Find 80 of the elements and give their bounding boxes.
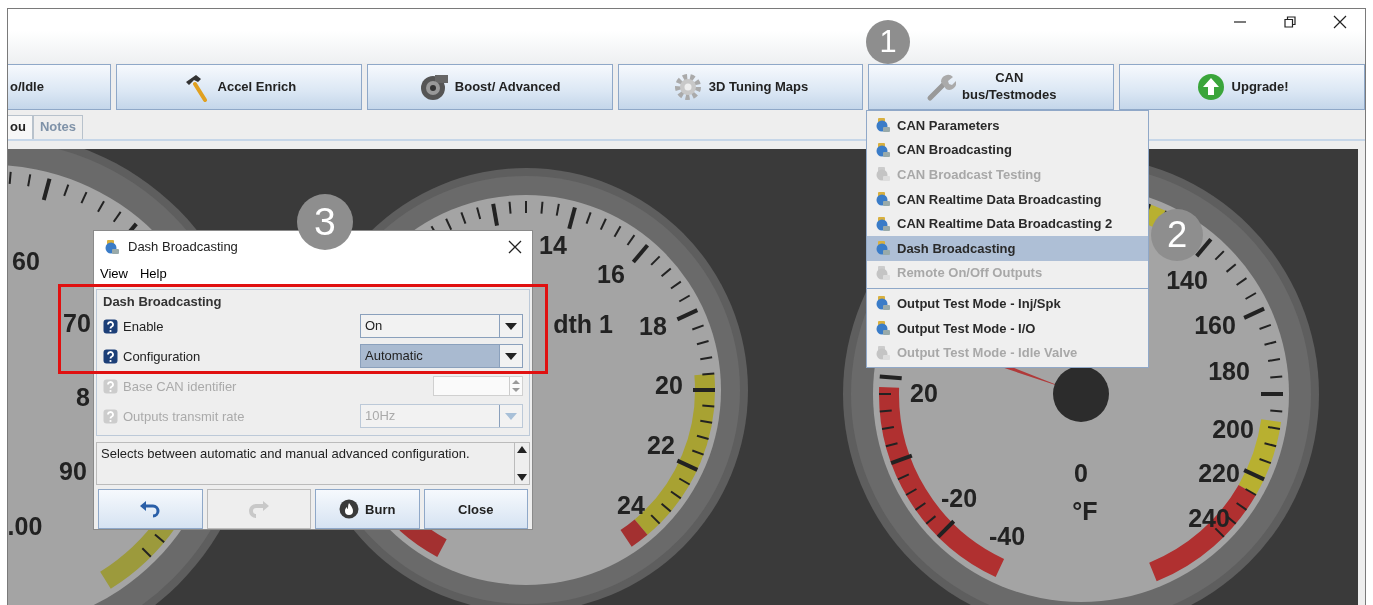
module-icon bbox=[875, 191, 891, 208]
scroll-up-icon bbox=[517, 446, 527, 454]
group-title: Dash Broadcasting bbox=[103, 294, 223, 310]
gauge-scale-label: 90 bbox=[59, 457, 87, 485]
gauge-scale-label: 18 bbox=[639, 312, 667, 340]
module-icon bbox=[875, 320, 891, 337]
gauge-scale-label: .00 bbox=[8, 512, 43, 540]
help-icon[interactable] bbox=[103, 348, 118, 364]
menu-item[interactable]: CAN Realtime Data Broadcasting 2 bbox=[867, 211, 1148, 236]
module-icon bbox=[875, 215, 891, 232]
module-icon bbox=[875, 166, 891, 183]
turbo-icon bbox=[418, 72, 449, 102]
spinner-arrows-icon bbox=[512, 379, 520, 394]
field-label: Enable bbox=[123, 318, 164, 334]
gear-icon bbox=[672, 72, 703, 102]
module-icon bbox=[875, 295, 891, 312]
menu-item[interactable]: Dash Broadcasting bbox=[867, 235, 1148, 261]
flame-icon bbox=[339, 499, 360, 519]
arrow-up-icon bbox=[1195, 72, 1226, 102]
menu-item[interactable]: CAN Parameters bbox=[867, 113, 1148, 138]
caret-icon bbox=[505, 322, 517, 330]
undo-icon bbox=[139, 498, 162, 520]
tab[interactable]: ou bbox=[8, 115, 33, 139]
restore-icon[interactable] bbox=[1283, 15, 1297, 29]
module-icon bbox=[875, 344, 891, 361]
gauge-scale-label: 8 bbox=[76, 383, 90, 411]
menu-item[interactable]: Output Test Mode - Inj/Spk bbox=[867, 291, 1148, 316]
gauge-scale-label: 70 bbox=[63, 309, 91, 337]
scroll-down-icon bbox=[517, 474, 527, 481]
burn-button[interactable]: Burn bbox=[315, 489, 420, 529]
menu-title[interactable]: View bbox=[100, 266, 128, 282]
description-text: Selects between automatic and manual advanced configuration. bbox=[100, 445, 471, 464]
gauge-scale-label: °F bbox=[1072, 497, 1098, 525]
module-icon bbox=[875, 117, 891, 134]
caret-icon bbox=[505, 412, 517, 420]
gauge-scale-label: 160 bbox=[1194, 311, 1236, 339]
gauge-scale-label: 140 bbox=[1166, 266, 1208, 294]
toolbar-button[interactable]: Accel Enrich bbox=[116, 64, 362, 110]
module-icon bbox=[875, 141, 891, 158]
gauge-scale-label: 220 bbox=[1198, 459, 1240, 487]
gauge-scale-label: 16 bbox=[597, 260, 625, 288]
gauge-scale-label: 180 bbox=[1208, 357, 1250, 385]
menu-item[interactable]: CAN Broadcasting bbox=[867, 137, 1148, 163]
gauge-scale-label: 200 bbox=[1212, 415, 1254, 443]
dialog-title: Dash Broadcasting bbox=[128, 239, 238, 255]
redo-icon bbox=[247, 498, 270, 520]
gauge-scale-label: dth 1 bbox=[553, 310, 613, 338]
gauge-scale-label: -20 bbox=[940, 484, 978, 512]
toolbar-button[interactable]: 3D Tuning Maps bbox=[617, 64, 864, 110]
toolbar-button[interactable]: Boost/ Advanced bbox=[366, 64, 613, 110]
help-icon[interactable] bbox=[103, 318, 118, 334]
gauge-scale-label: 60 bbox=[12, 247, 40, 275]
field-label: Outputs transmit rate bbox=[123, 408, 245, 424]
close-icon[interactable] bbox=[508, 239, 522, 254]
close-icon[interactable] bbox=[1333, 15, 1347, 29]
close-button[interactable]: Close bbox=[423, 489, 528, 529]
gauge-scale-label: 20 bbox=[655, 371, 683, 399]
toolbar-button[interactable]: Upgrade! bbox=[1119, 64, 1365, 110]
gauge-scale-label: 0 bbox=[1074, 459, 1088, 487]
gauge-scale-label: 20 bbox=[910, 379, 938, 407]
menu-title[interactable]: Help bbox=[139, 266, 167, 282]
dropdown-field[interactable]: On bbox=[360, 314, 523, 339]
gauge-scale-label: 14 bbox=[539, 231, 567, 259]
scrollbar[interactable] bbox=[514, 443, 529, 484]
field-label: Base CAN identifier bbox=[123, 378, 237, 394]
menu-item[interactable]: Output Test Mode - I/O bbox=[867, 315, 1148, 341]
menu-item[interactable]: CAN Realtime Data Broadcasting bbox=[867, 186, 1148, 212]
wrench-icon bbox=[926, 72, 957, 102]
caret-icon bbox=[505, 352, 517, 360]
gauge-scale-label: 22 bbox=[647, 431, 675, 459]
module-icon bbox=[104, 238, 120, 255]
gauge-scale-label: -40 bbox=[988, 522, 1026, 550]
field-label: Configuration bbox=[123, 348, 201, 364]
module-icon bbox=[875, 264, 891, 281]
toolbar-button[interactable]: o/Idle bbox=[8, 64, 111, 110]
undo-button[interactable] bbox=[98, 489, 203, 529]
module-icon bbox=[875, 240, 891, 257]
gauge-scale-label: 24 bbox=[617, 491, 645, 519]
dropdown-field[interactable]: Automatic bbox=[360, 344, 523, 369]
toolbar-button[interactable]: CAN bus/Testmodes bbox=[868, 64, 1115, 110]
